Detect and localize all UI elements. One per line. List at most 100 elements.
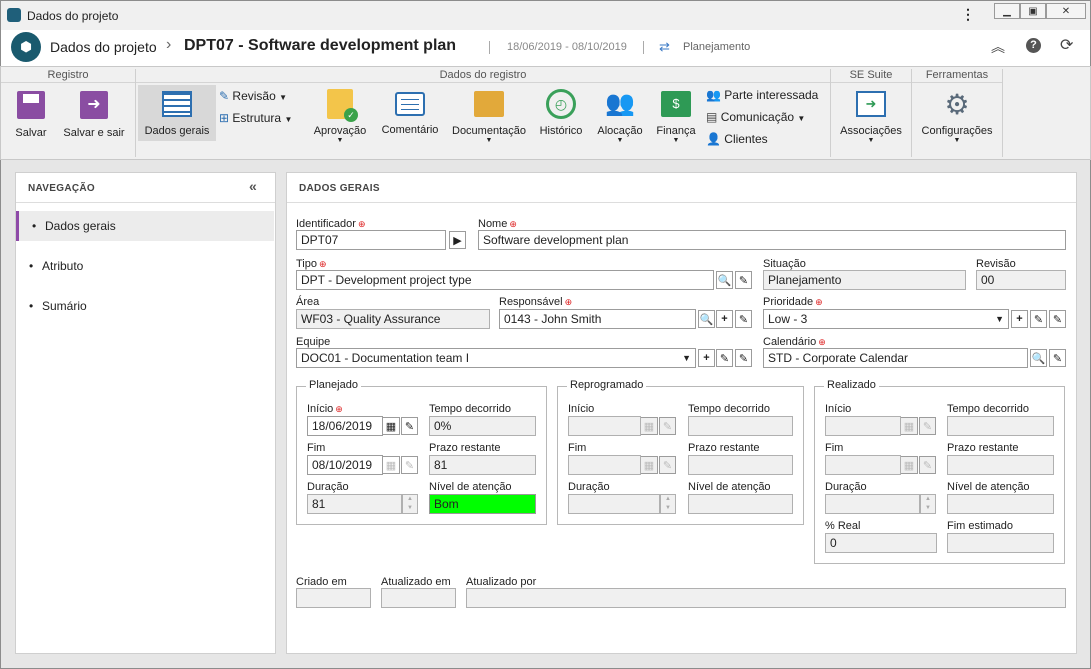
settings-button[interactable]: ⚙ Configurações ▼ [917, 89, 997, 155]
more-menu-icon[interactable]: ⋮ [961, 7, 975, 21]
minimize-button[interactable]: ▁ [994, 3, 1020, 19]
area-label: Área [296, 296, 320, 308]
history-button[interactable]: ◴ Histórico [535, 89, 587, 145]
divider [911, 69, 912, 157]
search-icon[interactable]: 🔍 [1030, 349, 1047, 367]
chevron-down-icon: ▼ [616, 137, 624, 144]
chevron-down-icon: ▼ [284, 115, 293, 124]
realized-real-field: 0 [825, 533, 937, 553]
maximize-button[interactable]: ▣ [1020, 3, 1046, 19]
planned-elapsed-field: 0% [429, 416, 536, 436]
refresh-icon[interactable]: ⟳ [1060, 35, 1073, 55]
form-icon [162, 91, 192, 117]
communication-button[interactable]: ▤ Comunicação ▼ [706, 110, 826, 126]
type-label: Tipo ⊕ [296, 258, 327, 270]
edit-icon[interactable]: ✎ [1030, 310, 1047, 328]
breadcrumb-separator: › [166, 36, 172, 53]
chevron-down-icon: ▼ [953, 137, 961, 144]
clear-icon[interactable]: ✎ [1049, 349, 1066, 367]
comment-button[interactable]: Comentário [377, 89, 443, 145]
chevron-down-icon: ▼ [867, 137, 875, 144]
close-button[interactable]: ✕ [1046, 3, 1086, 19]
rescheduled-end-field [568, 455, 641, 475]
structure-button[interactable]: ⊞ Estrutura ▼ [219, 111, 305, 127]
updated-by-field [466, 588, 1066, 608]
collapse-nav-icon[interactable]: « [249, 178, 257, 194]
edit-icon[interactable]: ✎ [716, 349, 733, 367]
group-registro: Registro [1, 67, 135, 83]
type-field[interactable]: DPT - Development project type [296, 270, 714, 290]
chevron-down-icon: ▼ [485, 137, 493, 144]
app-icon [7, 8, 21, 22]
nav-item-atributo[interactable]: • Atributo [16, 251, 274, 281]
planned-end-label: Fim [307, 442, 326, 454]
add-icon[interactable]: + [1011, 310, 1028, 328]
stakeholder-button[interactable]: 👥 Parte interessada [706, 88, 826, 104]
associations-button[interactable]: ➜ Associações ▼ [835, 89, 907, 155]
realized-end-label: Fim [825, 442, 844, 454]
realized-attention-label: Nível de atenção [947, 481, 1030, 493]
clear-icon[interactable]: ✎ [735, 310, 752, 328]
save-button[interactable]: Salvar [7, 89, 55, 145]
realized-title: Realizado [824, 379, 879, 391]
duration-spinner: ▲ ▼ [920, 494, 936, 514]
nav-item-sumario[interactable]: • Sumário [16, 291, 274, 321]
planned-start-field[interactable]: 18/06/2019 [307, 416, 383, 436]
chevron-right-icon[interactable]: ▶ [449, 231, 466, 249]
realized-start-label: Início [825, 403, 852, 415]
help-icon[interactable]: ? [1026, 38, 1041, 53]
clear-icon[interactable]: ✎ [735, 349, 752, 367]
rescheduled-attention-label: Nível de atenção [688, 481, 771, 493]
realized-end-est-field [947, 533, 1054, 553]
clear-icon: ✎ [401, 456, 418, 474]
app-title[interactable]: Dados do projeto [50, 39, 157, 55]
realized-elapsed-field [947, 416, 1054, 436]
name-field[interactable]: Software development plan [478, 230, 1066, 250]
save-exit-button[interactable]: ➜ Salvar e sair [59, 89, 129, 145]
divider [135, 69, 136, 157]
responsible-field[interactable]: 0143 - John Smith [499, 309, 696, 329]
associations-icon: ➜ [856, 91, 886, 117]
people-icon: 👥 [605, 90, 635, 117]
planned-end-field[interactable]: 08/10/2019 [307, 455, 383, 475]
finance-button[interactable]: $ Finança ▼ [653, 89, 699, 155]
duration-spinner: ▲ ▼ [660, 494, 676, 514]
stakeholder-icon: 👥 [706, 88, 721, 102]
realized-end-field [825, 455, 901, 475]
nav-item-dados-gerais[interactable]: • Dados gerais [16, 211, 274, 241]
general-data-button[interactable]: Dados gerais [138, 85, 216, 141]
situation-label: Situação [763, 258, 806, 270]
ribbon-toolbar: Registro Dados do registro SE Suite Ferr… [0, 66, 1091, 160]
add-icon[interactable]: + [716, 310, 733, 328]
divider [16, 202, 275, 203]
calendar-field[interactable]: STD - Corporate Calendar [763, 348, 1028, 368]
clients-button[interactable]: 👤 Clientes [706, 132, 826, 148]
clear-icon[interactable]: ✎ [735, 271, 752, 289]
form-title: DADOS GERAIS [299, 183, 380, 194]
add-icon[interactable]: + [698, 349, 715, 367]
clients-icon: 👤 [706, 132, 721, 146]
identifier-label: Identificador ⊕ [296, 218, 366, 230]
rescheduled-end-label: Fim [568, 442, 587, 454]
identifier-field[interactable]: DPT07 [296, 230, 446, 250]
collapse-header-icon[interactable]: ︽ [991, 37, 1005, 57]
realized-remaining-label: Prazo restante [947, 442, 1019, 454]
approval-button[interactable]: ✓ Aprovação ▼ [309, 89, 371, 155]
gear-icon: ⚙ [944, 89, 970, 120]
clear-icon[interactable]: ✎ [1049, 310, 1066, 328]
search-icon[interactable]: 🔍 [698, 310, 715, 328]
search-icon[interactable]: 🔍 [716, 271, 733, 289]
clear-icon[interactable]: ✎ [401, 417, 418, 435]
save-exit-icon: ➜ [80, 91, 108, 119]
planned-remaining-label: Prazo restante [429, 442, 501, 454]
priority-select[interactable]: Low - 3 ▼ [763, 309, 1009, 329]
navigation-title: NAVEGAÇÃO [28, 183, 95, 194]
realized-real-label: % Real [825, 520, 861, 532]
revision-label: Revisão [976, 258, 1016, 270]
chevron-down-icon: ▼ [995, 314, 1004, 324]
team-select[interactable]: DOC01 - Documentation team I ▼ [296, 348, 696, 368]
documentation-button[interactable]: Documentação ▼ [449, 89, 529, 155]
revision-button[interactable]: ✎ Revisão ▼ [219, 89, 299, 105]
calendar-icon[interactable]: ▦ [383, 417, 400, 435]
allocation-button[interactable]: 👥 Alocação ▼ [593, 89, 647, 155]
